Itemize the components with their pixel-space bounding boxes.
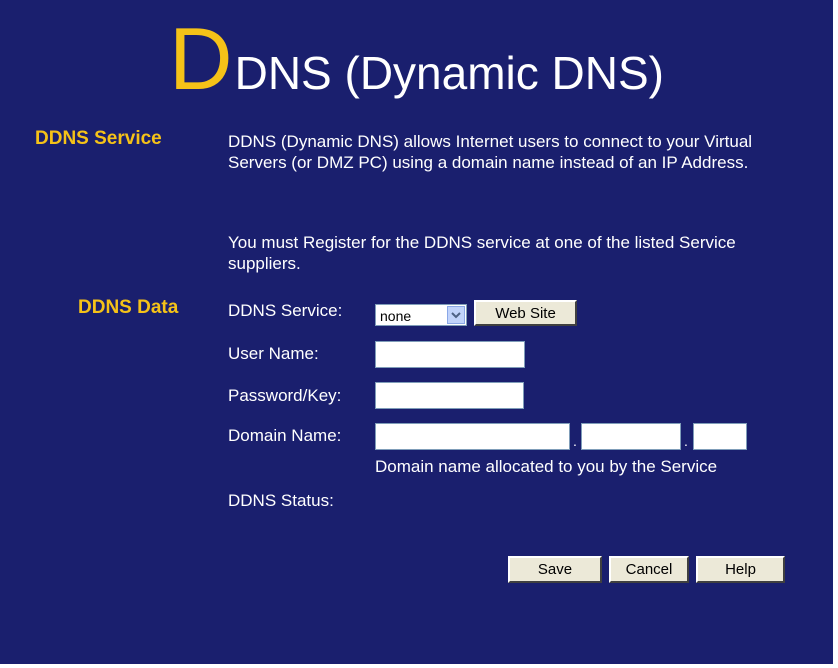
domain-separator-2: . [684,433,688,449]
ddns-data-section-label: DDNS Data [78,297,179,318]
username-label: User Name: [228,344,319,363]
domain-name-label: Domain Name: [228,426,342,445]
ddns-register-note: You must Register for the DDNS service a… [228,233,736,273]
domain-name-part1-input[interactable] [375,423,570,450]
ddns-status-label: DDNS Status: [228,491,334,510]
ddns-service-select[interactable]: none [375,304,467,326]
web-site-button[interactable]: Web Site [474,300,577,326]
page-title: DDNS (Dynamic DNS) [0,14,833,118]
domain-name-hint: Domain name allocated to you by the Serv… [375,457,718,476]
domain-name-part2-input[interactable] [581,423,681,450]
save-button[interactable]: Save [508,556,602,583]
chevron-down-icon[interactable] [447,306,465,324]
password-label: Password/Key: [228,386,342,405]
cancel-button[interactable]: Cancel [609,556,689,583]
password-input[interactable] [375,382,524,409]
title-text: DNS (Dynamic DNS) [234,47,664,99]
ddns-service-section-label: DDNS Service [35,128,162,149]
ddns-panel: DDNS (Dynamic DNS) DDNS Service DDNS (Dy… [0,0,833,664]
ddns-service-description: DDNS (Dynamic DNS) allows Internet users… [228,132,753,172]
help-button[interactable]: Help [696,556,785,583]
title-first-letter: D [169,9,233,108]
username-input[interactable] [375,341,525,368]
ddns-service-label: DDNS Service: [228,301,343,320]
ddns-service-selected-value: none [380,308,412,324]
domain-name-part3-input[interactable] [693,423,747,450]
domain-separator-1: . [573,433,577,449]
